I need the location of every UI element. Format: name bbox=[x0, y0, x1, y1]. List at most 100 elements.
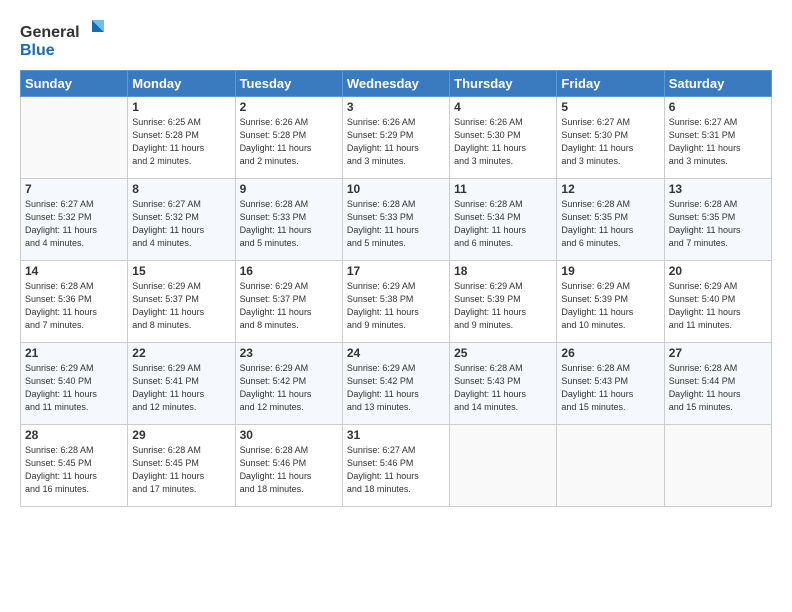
calendar-table: SundayMondayTuesdayWednesdayThursdayFrid… bbox=[20, 70, 772, 507]
day-number: 15 bbox=[132, 264, 230, 278]
day-info: Sunrise: 6:29 AM Sunset: 5:38 PM Dayligh… bbox=[347, 280, 445, 332]
calendar-cell: 13Sunrise: 6:28 AM Sunset: 5:35 PM Dayli… bbox=[664, 179, 771, 261]
day-info: Sunrise: 6:28 AM Sunset: 5:45 PM Dayligh… bbox=[25, 444, 123, 496]
calendar-cell bbox=[450, 425, 557, 507]
calendar-cell: 4 Sunrise: 6:26 AM Sunset: 5:30 PM Daylig… bbox=[450, 97, 557, 179]
calendar-cell: 3Sunrise: 6:26 AM Sunset: 5:29 PM Daylig… bbox=[342, 97, 449, 179]
calendar-cell: 19 Sunrise: 6:29 AM Sunset: 5:39 PM Dayli… bbox=[557, 261, 664, 343]
day-info: Sunrise: 6:26 AM Sunset: 5:29 PM Dayligh… bbox=[347, 116, 445, 168]
day-number: 26 bbox=[561, 346, 659, 360]
calendar-cell: 10 Sunrise: 6:28 AM Sunset: 5:33 PM Dayli… bbox=[342, 179, 449, 261]
page: General Blue SundayMondayTuesdayWednesda… bbox=[0, 0, 792, 612]
day-number: 4 bbox=[454, 100, 552, 114]
day-info: Sunrise: 6:29 AM Sunset: 5:42 PM Dayligh… bbox=[347, 362, 445, 414]
calendar-cell bbox=[664, 425, 771, 507]
calendar-cell: 24 Sunrise: 6:29 AM Sunset: 5:42 PM Dayli… bbox=[342, 343, 449, 425]
day-info: Sunrise: 6:25 AM Sunset: 5:28 PM Dayligh… bbox=[132, 116, 230, 168]
weekday-header-sunday: Sunday bbox=[21, 71, 128, 97]
day-number: 16 bbox=[240, 264, 338, 278]
day-number: 1 bbox=[132, 100, 230, 114]
day-number: 7 bbox=[25, 182, 123, 196]
day-number: 13 bbox=[669, 182, 767, 196]
calendar-cell: 30Sunrise: 6:28 AM Sunset: 5:46 PM Dayli… bbox=[235, 425, 342, 507]
day-info: Sunrise: 6:28 AM Sunset: 5:36 PM Dayligh… bbox=[25, 280, 123, 332]
day-info: Sunrise: 6:29 AM Sunset: 5:39 PM Dayligh… bbox=[454, 280, 552, 332]
day-info: Sunrise: 6:28 AM Sunset: 5:33 PM Dayligh… bbox=[347, 198, 445, 250]
day-number: 22 bbox=[132, 346, 230, 360]
day-info: Sunrise: 6:28 AM Sunset: 5:43 PM Dayligh… bbox=[454, 362, 552, 414]
day-info: Sunrise: 6:29 AM Sunset: 5:40 PM Dayligh… bbox=[669, 280, 767, 332]
calendar-cell: 29 Sunrise: 6:28 AM Sunset: 5:45 PM Dayli… bbox=[128, 425, 235, 507]
weekday-header-row: SundayMondayTuesdayWednesdayThursdayFrid… bbox=[21, 71, 772, 97]
day-info: Sunrise: 6:27 AM Sunset: 5:32 PM Dayligh… bbox=[132, 198, 230, 250]
day-number: 18 bbox=[454, 264, 552, 278]
day-info: Sunrise: 6:27 AM Sunset: 5:30 PM Dayligh… bbox=[561, 116, 659, 168]
calendar-cell: 27Sunrise: 6:28 AM Sunset: 5:44 PM Dayli… bbox=[664, 343, 771, 425]
day-number: 8 bbox=[132, 182, 230, 196]
header: General Blue bbox=[20, 18, 772, 62]
calendar-cell: 12 Sunrise: 6:28 AM Sunset: 5:35 PM Dayli… bbox=[557, 179, 664, 261]
calendar-cell: 25 Sunrise: 6:28 AM Sunset: 5:43 PM Dayli… bbox=[450, 343, 557, 425]
day-number: 10 bbox=[347, 182, 445, 196]
day-info: Sunrise: 6:29 AM Sunset: 5:42 PM Dayligh… bbox=[240, 362, 338, 414]
calendar-week-row: 7 Sunrise: 6:27 AM Sunset: 5:32 PM Daylig… bbox=[21, 179, 772, 261]
day-number: 30 bbox=[240, 428, 338, 442]
day-number: 6 bbox=[669, 100, 767, 114]
day-info: Sunrise: 6:29 AM Sunset: 5:37 PM Dayligh… bbox=[132, 280, 230, 332]
day-number: 28 bbox=[25, 428, 123, 442]
calendar-cell: 17 Sunrise: 6:29 AM Sunset: 5:38 PM Dayli… bbox=[342, 261, 449, 343]
calendar-week-row: 21Sunrise: 6:29 AM Sunset: 5:40 PM Dayli… bbox=[21, 343, 772, 425]
day-number: 25 bbox=[454, 346, 552, 360]
day-number: 29 bbox=[132, 428, 230, 442]
weekday-header-saturday: Saturday bbox=[664, 71, 771, 97]
day-number: 9 bbox=[240, 182, 338, 196]
day-info: Sunrise: 6:29 AM Sunset: 5:40 PM Dayligh… bbox=[25, 362, 123, 414]
calendar-cell: 8 Sunrise: 6:27 AM Sunset: 5:32 PM Daylig… bbox=[128, 179, 235, 261]
day-number: 19 bbox=[561, 264, 659, 278]
day-number: 24 bbox=[347, 346, 445, 360]
weekday-header-thursday: Thursday bbox=[450, 71, 557, 97]
calendar-cell: 18 Sunrise: 6:29 AM Sunset: 5:39 PM Dayli… bbox=[450, 261, 557, 343]
svg-text:Blue: Blue bbox=[20, 42, 55, 59]
calendar-cell: 16 Sunrise: 6:29 AM Sunset: 5:37 PM Dayli… bbox=[235, 261, 342, 343]
calendar-week-row: 28 Sunrise: 6:28 AM Sunset: 5:45 PM Dayli… bbox=[21, 425, 772, 507]
calendar-cell bbox=[21, 97, 128, 179]
day-info: Sunrise: 6:26 AM Sunset: 5:30 PM Dayligh… bbox=[454, 116, 552, 168]
day-info: Sunrise: 6:28 AM Sunset: 5:35 PM Dayligh… bbox=[561, 198, 659, 250]
day-number: 20 bbox=[669, 264, 767, 278]
day-number: 31 bbox=[347, 428, 445, 442]
calendar-cell: 7 Sunrise: 6:27 AM Sunset: 5:32 PM Daylig… bbox=[21, 179, 128, 261]
day-number: 5 bbox=[561, 100, 659, 114]
calendar-cell: 28 Sunrise: 6:28 AM Sunset: 5:45 PM Dayli… bbox=[21, 425, 128, 507]
calendar-cell: 5 Sunrise: 6:27 AM Sunset: 5:30 PM Daylig… bbox=[557, 97, 664, 179]
weekday-header-wednesday: Wednesday bbox=[342, 71, 449, 97]
day-info: Sunrise: 6:27 AM Sunset: 5:31 PM Dayligh… bbox=[669, 116, 767, 168]
day-info: Sunrise: 6:28 AM Sunset: 5:45 PM Dayligh… bbox=[132, 444, 230, 496]
calendar-cell: 6 Sunrise: 6:27 AM Sunset: 5:31 PM Daylig… bbox=[664, 97, 771, 179]
calendar-cell: 1 Sunrise: 6:25 AM Sunset: 5:28 PM Daylig… bbox=[128, 97, 235, 179]
calendar-cell: 11Sunrise: 6:28 AM Sunset: 5:34 PM Dayli… bbox=[450, 179, 557, 261]
calendar-cell: 21Sunrise: 6:29 AM Sunset: 5:40 PM Dayli… bbox=[21, 343, 128, 425]
day-number: 12 bbox=[561, 182, 659, 196]
calendar-cell: 9 Sunrise: 6:28 AM Sunset: 5:33 PM Daylig… bbox=[235, 179, 342, 261]
day-info: Sunrise: 6:29 AM Sunset: 5:37 PM Dayligh… bbox=[240, 280, 338, 332]
day-info: Sunrise: 6:27 AM Sunset: 5:32 PM Dayligh… bbox=[25, 198, 123, 250]
day-info: Sunrise: 6:28 AM Sunset: 5:43 PM Dayligh… bbox=[561, 362, 659, 414]
day-info: Sunrise: 6:26 AM Sunset: 5:28 PM Dayligh… bbox=[240, 116, 338, 168]
day-number: 11 bbox=[454, 182, 552, 196]
day-info: Sunrise: 6:28 AM Sunset: 5:33 PM Dayligh… bbox=[240, 198, 338, 250]
calendar-cell bbox=[557, 425, 664, 507]
day-info: Sunrise: 6:28 AM Sunset: 5:44 PM Dayligh… bbox=[669, 362, 767, 414]
calendar-week-row: 1 Sunrise: 6:25 AM Sunset: 5:28 PM Daylig… bbox=[21, 97, 772, 179]
logo: General Blue bbox=[20, 18, 110, 62]
logo-graphic: General Blue bbox=[20, 18, 110, 62]
calendar-cell: 14 Sunrise: 6:28 AM Sunset: 5:36 PM Dayli… bbox=[21, 261, 128, 343]
calendar-cell: 2 Sunrise: 6:26 AM Sunset: 5:28 PM Daylig… bbox=[235, 97, 342, 179]
day-number: 17 bbox=[347, 264, 445, 278]
weekday-header-tuesday: Tuesday bbox=[235, 71, 342, 97]
day-number: 14 bbox=[25, 264, 123, 278]
day-number: 2 bbox=[240, 100, 338, 114]
day-info: Sunrise: 6:29 AM Sunset: 5:39 PM Dayligh… bbox=[561, 280, 659, 332]
svg-text:General: General bbox=[20, 24, 80, 41]
calendar-cell: 23Sunrise: 6:29 AM Sunset: 5:42 PM Dayli… bbox=[235, 343, 342, 425]
